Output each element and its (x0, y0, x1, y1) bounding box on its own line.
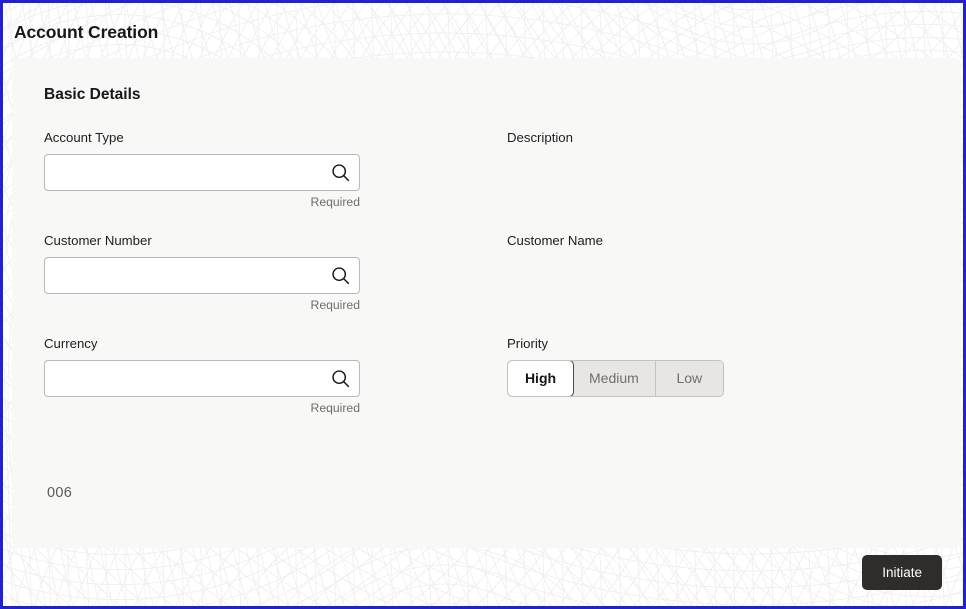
account-type-input-wrap (44, 153, 360, 191)
customer-number-input-wrap (44, 256, 360, 294)
record-number: 006 (47, 485, 73, 501)
action-bar: Initiate (6, 542, 960, 603)
customer-number-helper: Required (310, 297, 360, 312)
application-window: Account Creation Basic Details Account T… (0, 0, 966, 609)
card-body: Basic Details Account Type Required Desc… (12, 58, 961, 439)
priority-option-low[interactable]: Low (655, 360, 723, 396)
field-customer-name: Customer Name (507, 233, 929, 317)
customer-name-value (507, 257, 929, 294)
search-icon (331, 370, 349, 387)
customer-number-label: Customer Number (44, 233, 152, 248)
currency-helper: Required (310, 400, 360, 415)
field-customer-number: Customer Number Required (44, 233, 507, 317)
field-currency: Currency Required (44, 336, 507, 420)
currency-input-wrap (44, 359, 360, 397)
description-label: Description (507, 130, 573, 145)
page-title: Account Creation (14, 21, 159, 42)
initiate-button[interactable]: Initiate (862, 555, 942, 590)
field-priority: Priority High Medium Low (507, 336, 929, 420)
description-value (507, 154, 929, 191)
field-description: Description (507, 130, 929, 214)
priority-option-high[interactable]: High (507, 360, 574, 396)
search-icon (331, 164, 349, 181)
customer-number-input[interactable] (44, 256, 360, 294)
account-type-label: Account Type (44, 130, 124, 145)
search-icon (331, 267, 349, 284)
account-type-helper: Required (310, 194, 360, 209)
currency-input[interactable] (44, 359, 360, 397)
title-bar: Account Creation (3, 6, 963, 58)
currency-search-button[interactable] (326, 364, 354, 392)
priority-segmented-control[interactable]: High Medium Low (507, 359, 724, 397)
customer-number-search-button[interactable] (326, 261, 354, 289)
content-card: Basic Details Account Type Required Desc… (12, 58, 961, 548)
account-type-search-button[interactable] (326, 158, 354, 186)
account-type-input[interactable] (44, 153, 360, 191)
customer-name-label: Customer Name (507, 233, 604, 248)
priority-option-medium[interactable]: Medium (573, 360, 656, 396)
basic-details-form: Account Type Required Description Custom… (44, 130, 929, 439)
priority-label: Priority (507, 336, 549, 351)
section-title: Basic Details (44, 86, 141, 103)
currency-label: Currency (44, 336, 98, 351)
field-account-type: Account Type Required (44, 130, 507, 214)
